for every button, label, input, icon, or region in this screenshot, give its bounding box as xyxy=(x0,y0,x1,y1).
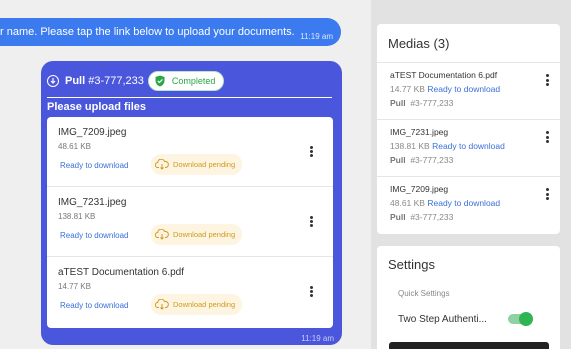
download-pending-badge: Download pending xyxy=(151,154,243,175)
toggle-knob xyxy=(519,312,533,326)
more-options-icon[interactable] xyxy=(546,74,549,86)
file-item: aTEST Documentation 6.pdf 14.77 KB Ready… xyxy=(47,257,333,327)
settings-title: Settings xyxy=(388,257,435,272)
media-info: 48.61 KB Ready to download xyxy=(390,198,501,208)
two-step-auth-toggle[interactable] xyxy=(508,312,533,326)
message-time: 11:19 am xyxy=(300,32,333,41)
status-badge: Completed xyxy=(147,71,225,91)
card-subtitle: Please upload files xyxy=(47,101,147,113)
file-list: IMG_7209.jpeg 48.61 KB Ready to download… xyxy=(47,117,333,328)
upload-request-card: Pull #3-777,233 Completed Please upload … xyxy=(41,61,342,345)
file-item: IMG_7231.jpeg 138.81 KB Ready to downloa… xyxy=(47,187,333,257)
media-pull: Pull #3-777,233 xyxy=(390,212,454,222)
ready-to-download-link[interactable]: Ready to download xyxy=(432,141,505,151)
chat-area: r name. Please tap the link below to upl… xyxy=(0,0,371,349)
more-options-icon[interactable] xyxy=(310,286,313,297)
media-item[interactable]: aTEST Documentation 6.pdf 14.77 KB Ready… xyxy=(377,62,560,119)
chat-message-bubble: r name. Please tap the link below to upl… xyxy=(0,18,341,46)
media-pull: Pull #3-777,233 xyxy=(390,98,454,108)
more-options-icon[interactable] xyxy=(310,146,313,157)
file-name: IMG_7231.jpeg xyxy=(58,197,127,208)
media-item[interactable]: IMG_7231.jpeg 138.81 KB Ready to downloa… xyxy=(377,119,560,176)
cloud-download-icon xyxy=(155,299,169,310)
file-size: 48.61 KB xyxy=(58,142,91,151)
pull-label: Pull #3-777,233 xyxy=(65,75,144,87)
media-name: aTEST Documentation 6.pdf xyxy=(390,70,498,80)
medias-title: Medias (3) xyxy=(388,36,450,51)
ready-to-download-link[interactable]: Ready to download xyxy=(60,161,129,170)
more-options-icon[interactable] xyxy=(310,216,313,227)
media-name: IMG_7231.jpeg xyxy=(390,127,449,137)
divider xyxy=(47,97,332,98)
download-pending-badge: Download pending xyxy=(151,224,243,245)
cloud-download-icon xyxy=(155,229,169,240)
file-item: IMG_7209.jpeg 48.61 KB Ready to download… xyxy=(47,117,333,187)
ready-to-download-link[interactable]: Ready to download xyxy=(427,198,500,208)
media-item[interactable]: IMG_7209.jpeg 48.61 KB Ready to download… xyxy=(377,176,560,233)
medias-card: Medias (3) aTEST Documentation 6.pdf 14.… xyxy=(377,24,560,234)
download-circle-icon xyxy=(47,75,59,87)
message-time: 11:19 am xyxy=(301,334,334,343)
message-text: r name. Please tap the link below to upl… xyxy=(0,26,295,38)
file-name: aTEST Documentation 6.pdf xyxy=(58,267,184,278)
ready-to-download-link[interactable]: Ready to download xyxy=(427,84,500,94)
ready-to-download-link[interactable]: Ready to download xyxy=(60,231,129,240)
file-size: 14.77 KB xyxy=(58,282,91,291)
pull-number: #3-777,233 xyxy=(88,75,144,87)
media-info: 138.81 KB Ready to download xyxy=(390,141,505,151)
download-pending-badge: Download pending xyxy=(151,294,243,315)
more-options-icon[interactable] xyxy=(546,131,549,143)
two-step-auth-label: Two Step Authenti... xyxy=(398,314,487,325)
ready-to-download-link[interactable]: Ready to download xyxy=(60,301,129,310)
settings-card: Settings Quick Settings Two Step Authent… xyxy=(377,246,560,349)
media-name: IMG_7209.jpeg xyxy=(390,184,449,194)
more-options-icon[interactable] xyxy=(546,188,549,200)
media-pull: Pull #3-777,233 xyxy=(390,155,454,165)
quick-settings-label: Quick Settings xyxy=(398,289,450,298)
file-size: 138.81 KB xyxy=(58,212,96,221)
media-info: 14.77 KB Ready to download xyxy=(390,84,501,94)
file-name: IMG_7209.jpeg xyxy=(58,127,127,138)
cloud-download-icon xyxy=(155,159,169,170)
card-header: Pull #3-777,233 Completed xyxy=(47,70,332,92)
settings-action-button[interactable] xyxy=(389,342,549,349)
shield-check-icon xyxy=(155,75,165,87)
